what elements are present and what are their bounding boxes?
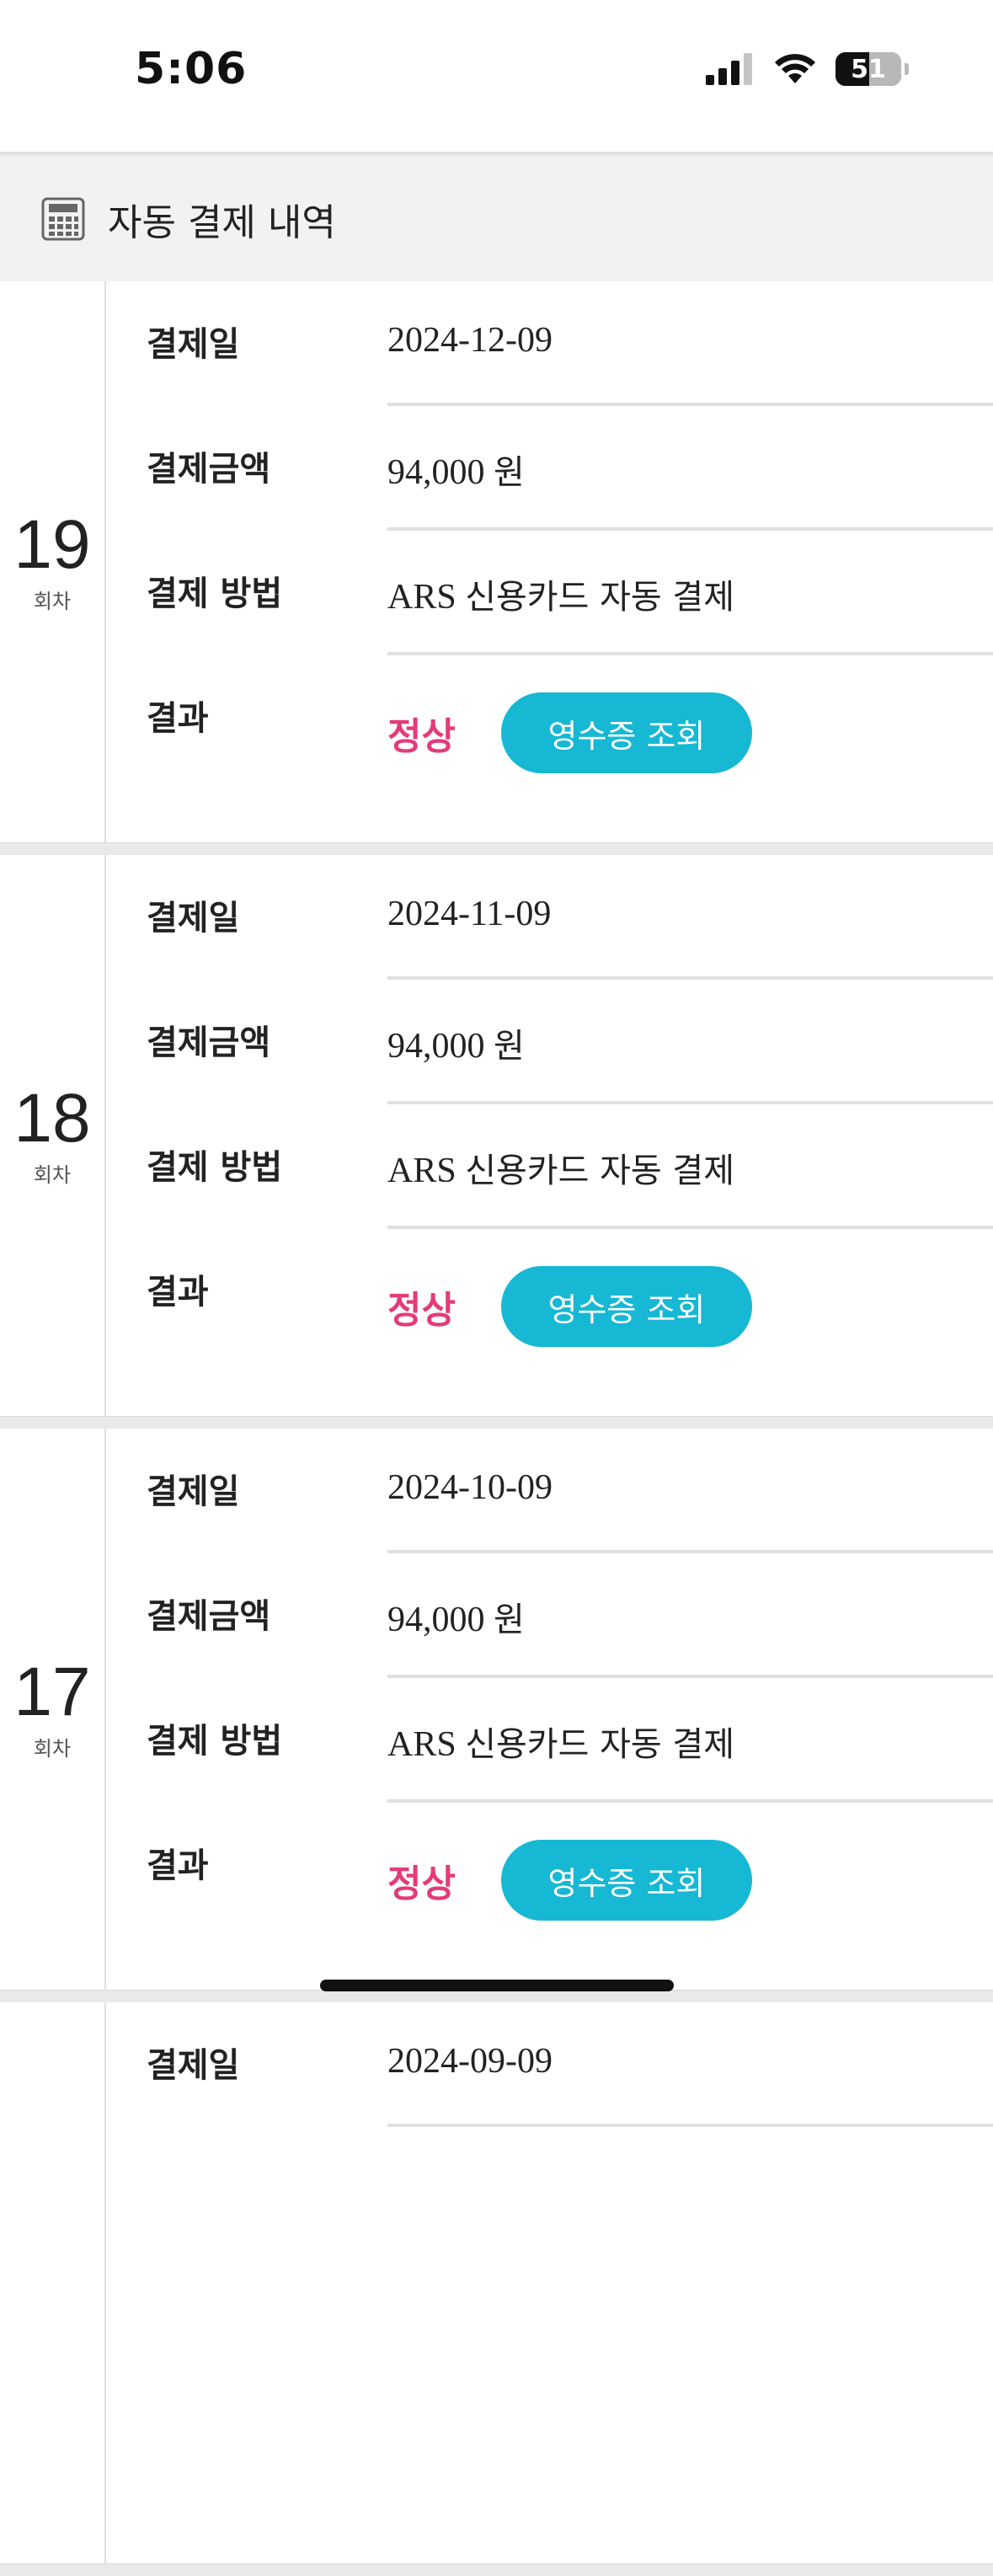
- row-result: 결과 정상 영수증 조회: [106, 655, 993, 780]
- home-indicator[interactable]: [320, 1980, 674, 1991]
- amount-label: 결제금액: [147, 1597, 271, 1636]
- status-icons: 51: [706, 52, 909, 86]
- method-value: ARS 신용카드 자동 결제: [387, 1717, 734, 1766]
- page-title: 자동 결제 내역: [108, 201, 336, 244]
- round-unit: 회차: [33, 1736, 72, 1761]
- method-text: 신용카드 자동 결제: [465, 1725, 735, 1764]
- wifi-icon: [775, 54, 815, 83]
- status-time: 5:06: [135, 44, 248, 94]
- payment-card: 19 회차 결제일 2024-12-09 결제금액 94,000 원 결제 방법…: [0, 281, 993, 843]
- date-label: 결제일: [147, 325, 240, 364]
- payment-list: 19 회차 결제일 2024-12-09 결제금액 94,000 원 결제 방법…: [0, 281, 993, 2576]
- battery-level: 51: [851, 54, 886, 84]
- row-date: 결제일 2024-09-09: [106, 2002, 993, 2127]
- method-prefix: ARS: [387, 1725, 456, 1764]
- method-text: 신용카드 자동 결제: [465, 1152, 735, 1190]
- date-value: 2024-11-09: [387, 895, 552, 933]
- method-text: 신용카드 자동 결제: [465, 578, 735, 617]
- receipt-button[interactable]: 영수증 조회: [500, 1266, 752, 1347]
- round-column: [0, 2002, 106, 2563]
- row-amount: 결제금액 94,000 원: [106, 406, 993, 531]
- date-label: 결제일: [147, 1472, 240, 1511]
- row-amount: 결제금액 94,000 원: [106, 980, 993, 1104]
- payment-card: 결제일 2024-09-09: [0, 2002, 993, 2564]
- status-bar: 5:06 51: [0, 0, 993, 154]
- amount-value: 94,000 원: [387, 445, 525, 494]
- date-label: 결제일: [147, 899, 240, 938]
- row-method: 결제 방법 ARS 신용카드 자동 결제: [106, 1104, 993, 1229]
- result-label: 결과: [147, 699, 209, 738]
- round-column: 17 회차: [0, 1429, 106, 1990]
- battery-tip: [905, 63, 909, 75]
- result-label: 결과: [147, 1273, 209, 1312]
- round-number: 19: [13, 505, 91, 583]
- row-amount: 결제금액 94,000 원: [106, 1553, 993, 1678]
- row-date: 결제일 2024-11-09: [106, 855, 993, 980]
- row-date: 결제일 2024-10-09: [106, 1429, 993, 1553]
- amount-value: 94,000 원: [387, 1592, 525, 1641]
- battery-icon: 51: [836, 52, 901, 86]
- date-value: 2024-09-09: [387, 2042, 553, 2081]
- amount-number: 94,000: [387, 453, 485, 492]
- round-column: 18 회차: [0, 855, 106, 1416]
- amount-number: 94,000: [387, 1027, 485, 1066]
- method-value: ARS 신용카드 자동 결제: [387, 1143, 734, 1192]
- method-prefix: ARS: [387, 1152, 456, 1190]
- round-unit: 회차: [33, 1162, 72, 1187]
- round-column: 19 회차: [0, 281, 106, 842]
- method-label: 결제 방법: [147, 1722, 283, 1761]
- round-number: 18: [13, 1079, 91, 1157]
- amount-currency: 원: [494, 1027, 525, 1066]
- receipt-button[interactable]: 영수증 조회: [500, 1840, 752, 1921]
- page-header: 자동 결제 내역: [0, 157, 993, 281]
- row-method: 결제 방법 ARS 신용카드 자동 결제: [106, 1678, 993, 1803]
- result-value: 정상 영수증 조회: [387, 692, 752, 773]
- divider: [387, 2124, 993, 2127]
- round-unit: 회차: [33, 589, 72, 613]
- amount-label: 결제금액: [147, 450, 271, 489]
- payment-card: 17 회차 결제일 2024-10-09 결제금액 94,000 원 결제 방법…: [0, 1429, 993, 1991]
- status-badge: 정상: [387, 715, 456, 758]
- method-label: 결제 방법: [147, 1148, 283, 1187]
- calculator-icon: [41, 197, 85, 241]
- method-label: 결제 방법: [147, 575, 283, 613]
- amount-number: 94,000: [387, 1601, 485, 1639]
- status-badge: 정상: [387, 1289, 456, 1332]
- date-value: 2024-12-09: [387, 321, 553, 360]
- result-label: 결과: [147, 1846, 209, 1885]
- method-value: ARS 신용카드 자동 결제: [387, 569, 734, 618]
- payment-card: 18 회차 결제일 2024-11-09 결제금액 94,000 원 결제 방법…: [0, 855, 993, 1417]
- cellular-signal-icon: [706, 53, 752, 85]
- amount-currency: 원: [494, 453, 525, 492]
- amount-currency: 원: [494, 1601, 525, 1639]
- method-prefix: ARS: [387, 578, 456, 617]
- amount-value: 94,000 원: [387, 1018, 525, 1067]
- amount-label: 결제금액: [147, 1023, 271, 1062]
- row-method: 결제 방법 ARS 신용카드 자동 결제: [106, 531, 993, 655]
- date-label: 결제일: [147, 2046, 240, 2085]
- receipt-button[interactable]: 영수증 조회: [500, 692, 752, 773]
- status-badge: 정상: [387, 1863, 456, 1905]
- row-result: 결과 정상 영수증 조회: [106, 1803, 993, 1927]
- row-date: 결제일 2024-12-09: [106, 281, 993, 406]
- row-result: 결과 정상 영수증 조회: [106, 1229, 993, 1354]
- date-value: 2024-10-09: [387, 1468, 553, 1507]
- result-value: 정상 영수증 조회: [387, 1840, 752, 1921]
- round-number: 17: [13, 1653, 91, 1730]
- result-value: 정상 영수증 조회: [387, 1266, 752, 1347]
